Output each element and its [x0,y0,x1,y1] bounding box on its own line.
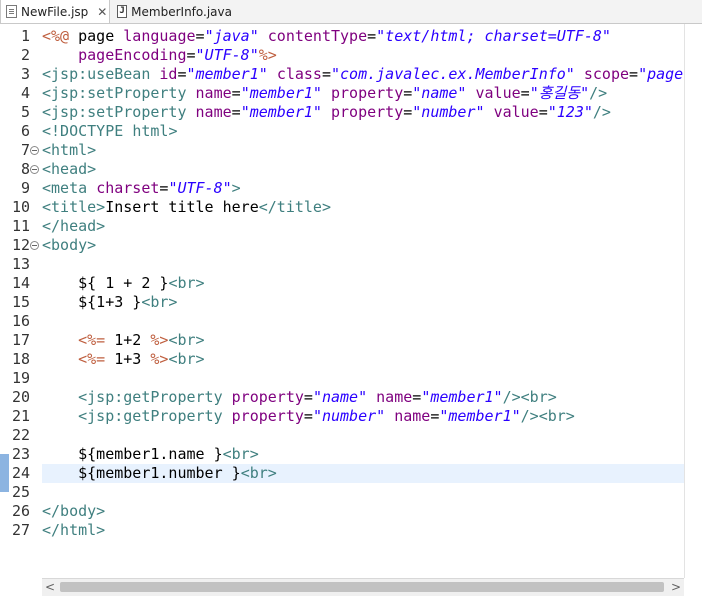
line-number: 10 [11,198,30,216]
code-line[interactable]: <jsp:getProperty property="name" name="m… [42,388,557,407]
code-line[interactable]: <%= 1+3 %><br> [42,350,204,369]
line-number: 18 [11,350,30,368]
line-number: 6 [20,122,30,140]
line-number: 2 [20,46,30,64]
code-line[interactable]: <jsp:useBean id="member1" class="com.jav… [42,65,683,84]
code-area[interactable]: <%@ page language="java" contentType="te… [42,24,686,578]
line-number: 24 [11,464,30,482]
editor-tab-bar: NewFile.jsp ✕ J MemberInfo.java [0,0,702,24]
vertical-scrollbar[interactable] [684,24,702,578]
current-line-marker [0,454,9,492]
code-line[interactable]: ${ 1 + 2 }<br> [42,274,204,293]
line-number: 1 [20,27,30,45]
line-number: 5 [20,103,30,121]
tab-memberinfo-java[interactable]: J MemberInfo.java [112,0,232,23]
line-number: 25 [11,483,30,501]
code-line[interactable]: </head> [42,217,105,236]
line-number: 9 [20,179,30,197]
line-number: 20 [11,388,30,406]
code-line[interactable]: </html> [42,521,105,540]
code-line[interactable]: <meta charset="UTF-8"> [42,179,241,198]
line-number: 23 [11,445,30,463]
line-number: 13 [11,255,30,273]
code-line[interactable]: <!DOCTYPE html> [42,122,177,141]
line-number: 21 [11,407,30,425]
line-number: 12 [11,236,30,254]
tab-label: NewFile.jsp [21,4,89,19]
horizontal-scrollbar[interactable]: < > [42,578,684,596]
line-number-gutter: 1 2 3 4 5 6 7 8 9 10 11 12 13 14 15 16 17 18 19 20 21 22 23 24 2… [10,24,42,578]
line-number: 17 [11,331,30,349]
java-file-icon: J [117,5,128,18]
line-number: 8 [20,160,30,178]
code-line[interactable]: <head> [42,160,96,179]
code-line[interactable]: <jsp:getProperty property="number" name=… [42,407,575,426]
code-line[interactable]: <jsp:setProperty name="member1" property… [42,103,611,122]
code-line[interactable]: ${member1.name }<br> [42,445,259,464]
fold-toggle-icon[interactable] [30,241,39,250]
code-line[interactable]: ${1+3 }<br> [42,293,177,312]
line-number: 19 [11,369,30,387]
tab-label: MemberInfo.java [131,4,232,19]
close-icon[interactable]: ✕ [97,5,107,19]
fold-toggle-icon[interactable] [30,146,39,155]
line-number: 26 [11,502,30,520]
line-number: 16 [11,312,30,330]
scrollbar-thumb[interactable] [60,582,664,592]
line-number: 27 [11,521,30,539]
code-editor[interactable]: 1 2 3 4 5 6 7 8 9 10 11 12 13 14 15 16 17 18 19 20 21 22 23 24 2… [0,24,702,596]
code-line[interactable]: <html> [42,141,96,160]
line-number: 4 [20,84,30,102]
line-number: 11 [11,217,30,235]
scroll-right-arrow[interactable]: > [668,579,684,596]
code-line[interactable]: <title>Insert title here</title> [42,198,331,217]
line-number: 14 [11,274,30,292]
line-number: 7 [20,141,30,159]
line-number: 22 [11,426,30,444]
overview-ruler [0,24,10,578]
code-line[interactable]: <%= 1+2 %><br> [42,331,204,350]
code-line[interactable]: <jsp:setProperty name="member1" property… [42,84,607,103]
line-number: 15 [11,293,30,311]
scroll-left-arrow[interactable]: < [42,579,58,596]
tab-newfile-jsp[interactable]: NewFile.jsp ✕ [0,0,110,23]
line-number: 3 [20,65,30,83]
jsp-file-icon [6,5,17,18]
code-line[interactable]: </body> [42,502,105,521]
code-line[interactable]: ${member1.number }<br> [42,464,277,483]
code-line[interactable]: <body> [42,236,96,255]
code-line[interactable]: pageEncoding="UTF-8"%> [42,46,277,65]
fold-toggle-icon[interactable] [30,165,39,174]
code-line[interactable]: <%@ page language="java" contentType="te… [42,27,611,46]
